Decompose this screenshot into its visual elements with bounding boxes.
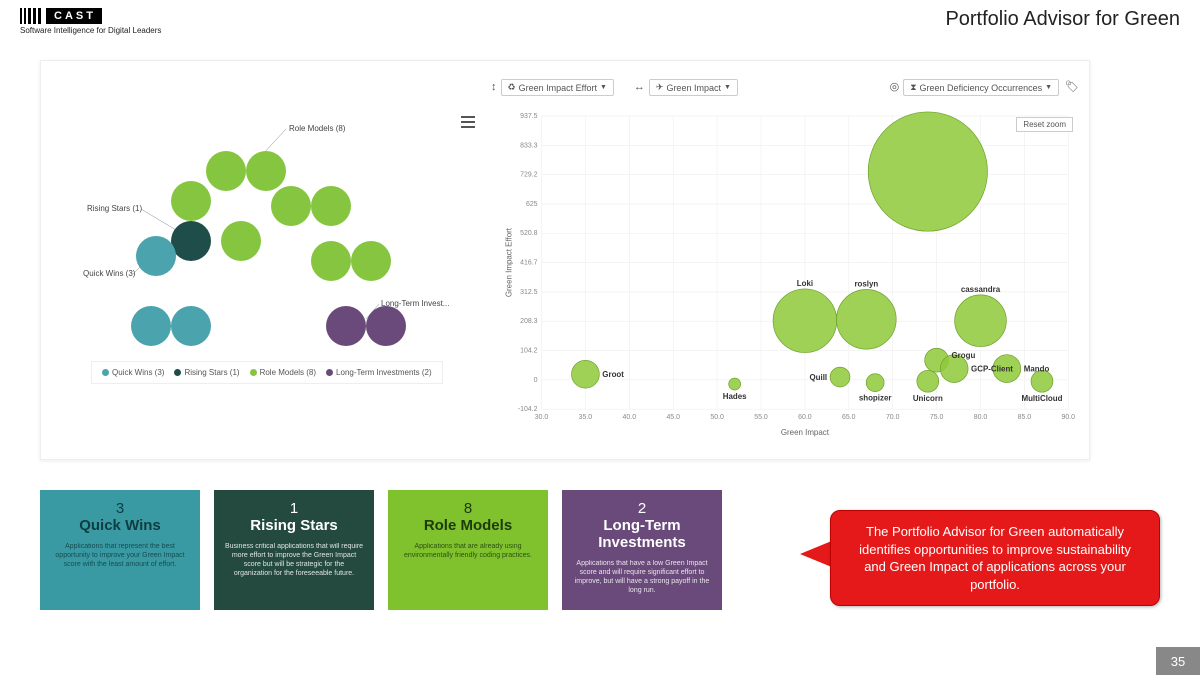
svg-text:Groot: Groot [602, 370, 624, 379]
svg-text:520.8: 520.8 [520, 230, 538, 237]
cluster-legend: Quick Wins (3) Rising Stars (1) Role Mod… [91, 361, 443, 384]
svg-text:Green Impact: Green Impact [781, 428, 830, 437]
target-icon: ◎ [890, 82, 900, 93]
vertical-arrows-icon: ↕ [491, 82, 497, 93]
svg-text:Quill: Quill [809, 373, 827, 382]
horizontal-arrows-icon: ↔ [634, 82, 645, 93]
chevron-down-icon: ▼ [600, 84, 607, 91]
page-number: 35 [1156, 647, 1200, 675]
svg-text:90.0: 90.0 [1062, 414, 1076, 421]
dashboard-panel: ↕ ♻ Green Impact Effort ▼ ↔ ✈ Green Impa… [40, 60, 1090, 460]
svg-text:Grogu: Grogu [952, 351, 976, 360]
card-role-models[interactable]: 8 Role Models Applications that are alre… [388, 490, 548, 610]
svg-text:Unicorn: Unicorn [913, 394, 943, 403]
svg-text:55.0: 55.0 [754, 414, 768, 421]
tag-icon[interactable]: 🏷 [1065, 82, 1079, 93]
svg-text:85.0: 85.0 [1018, 414, 1032, 421]
category-cards: 3 Quick Wins Applications that represent… [40, 490, 722, 610]
svg-text:0: 0 [534, 377, 538, 384]
svg-text:-104.2: -104.2 [518, 406, 538, 413]
info-callout: The Portfolio Advisor for Green automati… [830, 510, 1160, 606]
svg-text:312.5: 312.5 [520, 289, 538, 296]
svg-text:65.0: 65.0 [842, 414, 856, 421]
svg-text:30.0: 30.0 [535, 414, 549, 421]
logo-bars-icon [20, 8, 41, 24]
svg-text:625: 625 [526, 201, 538, 208]
label-rising-stars: Rising Stars (1) [87, 204, 142, 213]
svg-text:937.5: 937.5 [520, 113, 538, 120]
card-rising-stars[interactable]: 1 Rising Stars Business critical applica… [214, 490, 374, 610]
svg-text:shopizer: shopizer [859, 394, 892, 403]
logo-tagline: Software Intelligence for Digital Leader… [20, 26, 161, 35]
svg-text:729.2: 729.2 [520, 172, 538, 179]
svg-text:Hades: Hades [723, 392, 747, 401]
card-long-term[interactable]: 2 Long-Term Investments Applications tha… [562, 490, 722, 610]
svg-text:208.3: 208.3 [520, 318, 538, 325]
svg-text:Loki: Loki [797, 279, 813, 288]
hourglass-icon: ⧗ [910, 82, 916, 93]
size-selector[interactable]: ⧗ Green Deficiency Occurrences ▼ [903, 79, 1059, 96]
svg-text:40.0: 40.0 [623, 414, 637, 421]
label-long-term: Long-Term Invest... [381, 299, 449, 308]
svg-text:70.0: 70.0 [886, 414, 900, 421]
svg-text:75.0: 75.0 [930, 414, 944, 421]
callout-pointer-icon [800, 540, 834, 568]
y-axis-selector[interactable]: ♻ Green Impact Effort ▼ [501, 79, 614, 96]
chart-controls: ↕ ♻ Green Impact Effort ▼ ↔ ✈ Green Impa… [491, 79, 1079, 96]
bubble-scatter-chart[interactable]: Reset zoom -104.2 0 104.2 208.3 312.5 416.7 52… [501, 111, 1079, 439]
brand-logo: CAST Software Intelligence for Digital L… [20, 8, 161, 35]
svg-text:104.2: 104.2 [520, 348, 538, 355]
svg-text:GCP-Client: GCP-Client [971, 365, 1013, 374]
svg-text:416.7: 416.7 [520, 260, 538, 267]
svg-text:roslyn: roslyn [854, 280, 878, 289]
svg-text:cassandra: cassandra [961, 285, 1001, 294]
chevron-down-icon: ▼ [724, 84, 731, 91]
svg-text:35.0: 35.0 [579, 414, 593, 421]
x-axis-selector[interactable]: ✈ Green Impact ▼ [649, 79, 738, 96]
svg-text:45.0: 45.0 [666, 414, 680, 421]
svg-text:60.0: 60.0 [798, 414, 812, 421]
card-quick-wins[interactable]: 3 Quick Wins Applications that represent… [40, 490, 200, 610]
svg-text:833.3: 833.3 [520, 142, 538, 149]
svg-text:MultiCloud: MultiCloud [1021, 394, 1062, 403]
reset-zoom-button[interactable]: Reset zoom [1016, 117, 1073, 132]
cluster-chart: Role Models (8) Rising Stars (1) Quick W… [51, 101, 471, 361]
label-quick-wins: Quick Wins (3) [83, 269, 136, 278]
svg-text:80.0: 80.0 [974, 414, 988, 421]
svg-text:Mando: Mando [1024, 365, 1050, 374]
logo-text: CAST [46, 8, 102, 24]
chevron-down-icon: ▼ [1045, 84, 1052, 91]
leaf-icon: ♻ [508, 82, 516, 93]
svg-text:Green Impact Effort: Green Impact Effort [505, 227, 514, 297]
page-title: Portfolio Advisor for Green [945, 8, 1180, 31]
svg-text:50.0: 50.0 [710, 414, 724, 421]
rocket-icon: ✈ [656, 82, 664, 93]
label-role-models: Role Models (8) [289, 124, 346, 133]
